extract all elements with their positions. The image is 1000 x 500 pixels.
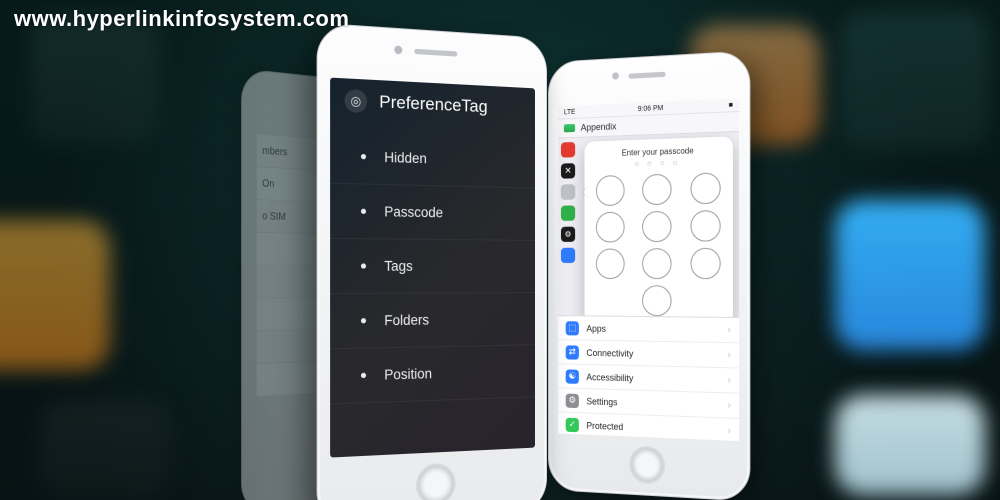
- chevron-right-icon: ›: [727, 375, 730, 387]
- bullet-icon: [361, 263, 366, 268]
- bullet-icon: [361, 318, 366, 323]
- home-button[interactable]: [629, 446, 664, 485]
- settings-list: ⬚ Apps › ⇄ Connectivity › ☯ Accessibilit…: [558, 315, 739, 441]
- front-camera-icon: [394, 45, 402, 54]
- screen-passcode: LTE 9:06 PM ■ Appendix ✕ ⚙: [558, 98, 739, 441]
- phone-preference-tag: ◎ PreferenceTag Hidden Passcode Tags Fol…: [317, 23, 547, 500]
- row-label: Settings: [586, 396, 617, 407]
- page-title: PreferenceTag: [379, 92, 487, 118]
- menu-item-tags[interactable]: Tags: [330, 239, 535, 294]
- chevron-right-icon: ›: [727, 425, 730, 437]
- status-time: 9:06 PM: [638, 104, 664, 112]
- close-icon[interactable]: ✕: [561, 163, 575, 178]
- promo-banner: www.hyperlinkinfosystem.com mbers› On› o…: [0, 0, 1000, 500]
- row-label: Accessibility: [586, 371, 633, 382]
- bg-blur-icon: [835, 395, 985, 495]
- bullet-icon: [361, 154, 366, 159]
- side-icon[interactable]: [561, 205, 575, 220]
- keypad-9[interactable]: [690, 248, 720, 279]
- row-label: Connectivity: [586, 347, 633, 358]
- bg-blur-icon: [30, 15, 160, 145]
- menu-label: Passcode: [384, 204, 443, 221]
- row-label: Apps: [586, 323, 606, 333]
- front-camera-icon: [612, 72, 619, 79]
- back-button[interactable]: ◎: [345, 89, 368, 113]
- bg-blur-icon: [0, 220, 110, 370]
- bullet-icon: [361, 209, 366, 214]
- side-icon[interactable]: [561, 184, 575, 199]
- side-icon[interactable]: [561, 248, 575, 263]
- settings-row-apps[interactable]: ⬚ Apps ›: [558, 316, 739, 343]
- apps-icon: ⬚: [566, 321, 579, 335]
- keypad-0[interactable]: [643, 285, 672, 316]
- bullet-icon: [361, 373, 366, 378]
- chevron-right-icon: ›: [727, 324, 730, 336]
- passcode-dots: ○ ○ ○ ○: [590, 157, 727, 170]
- keypad-8[interactable]: [643, 248, 672, 279]
- home-button[interactable]: [416, 463, 455, 500]
- nav-title: Appendix: [581, 121, 617, 133]
- keypad-5[interactable]: [643, 211, 672, 242]
- bg-blur-icon: [840, 10, 990, 150]
- keypad-1[interactable]: [596, 175, 625, 206]
- bg-blur-icon: [835, 200, 985, 350]
- side-icon[interactable]: [561, 142, 575, 158]
- phone-passcode: LTE 9:06 PM ■ Appendix ✕ ⚙: [548, 50, 750, 500]
- passcode-keypad: [590, 172, 727, 317]
- connectivity-icon: ⇄: [566, 345, 579, 359]
- watermark-url: www.hyperlinkinfosystem.com: [14, 6, 349, 32]
- bg-blur-icon: [40, 400, 170, 500]
- keypad-6[interactable]: [690, 210, 720, 242]
- accessibility-icon: ☯: [566, 369, 579, 383]
- menu-list: Hidden Passcode Tags Folders Position: [330, 124, 535, 404]
- row-label: Protected: [586, 420, 623, 432]
- keypad-2[interactable]: [643, 174, 672, 206]
- chevron-right-icon: ›: [727, 349, 730, 361]
- menu-label: Hidden: [384, 149, 427, 166]
- chevron-right-icon: ›: [727, 400, 730, 412]
- header: ◎ PreferenceTag: [330, 78, 535, 133]
- earpiece-icon: [414, 49, 457, 57]
- menu-item-hidden[interactable]: Hidden: [330, 129, 535, 189]
- shield-icon: ✓: [566, 417, 579, 432]
- status-battery: ■: [729, 101, 733, 109]
- screen-preference-tag: ◎ PreferenceTag Hidden Passcode Tags Fol…: [330, 78, 535, 458]
- gear-icon[interactable]: ⚙: [561, 227, 575, 242]
- side-app-icons: ✕ ⚙: [561, 142, 575, 263]
- keypad-4[interactable]: [596, 212, 625, 243]
- earpiece-icon: [628, 72, 665, 79]
- passcode-popover: Enter your passcode ○ ○ ○ ○: [585, 136, 733, 327]
- menu-item-folders[interactable]: Folders: [330, 293, 535, 349]
- gear-icon: ⚙: [566, 393, 579, 408]
- menu-label: Folders: [384, 312, 429, 328]
- keypad-3[interactable]: [690, 172, 720, 204]
- status-left: LTE: [564, 108, 576, 116]
- app-icon: [564, 124, 575, 132]
- menu-label: Tags: [384, 258, 413, 274]
- keypad-7[interactable]: [596, 248, 625, 279]
- menu-item-passcode[interactable]: Passcode: [330, 184, 535, 241]
- menu-label: Position: [384, 366, 432, 383]
- back-icon: ◎: [350, 93, 361, 108]
- menu-item-position[interactable]: Position: [330, 345, 535, 404]
